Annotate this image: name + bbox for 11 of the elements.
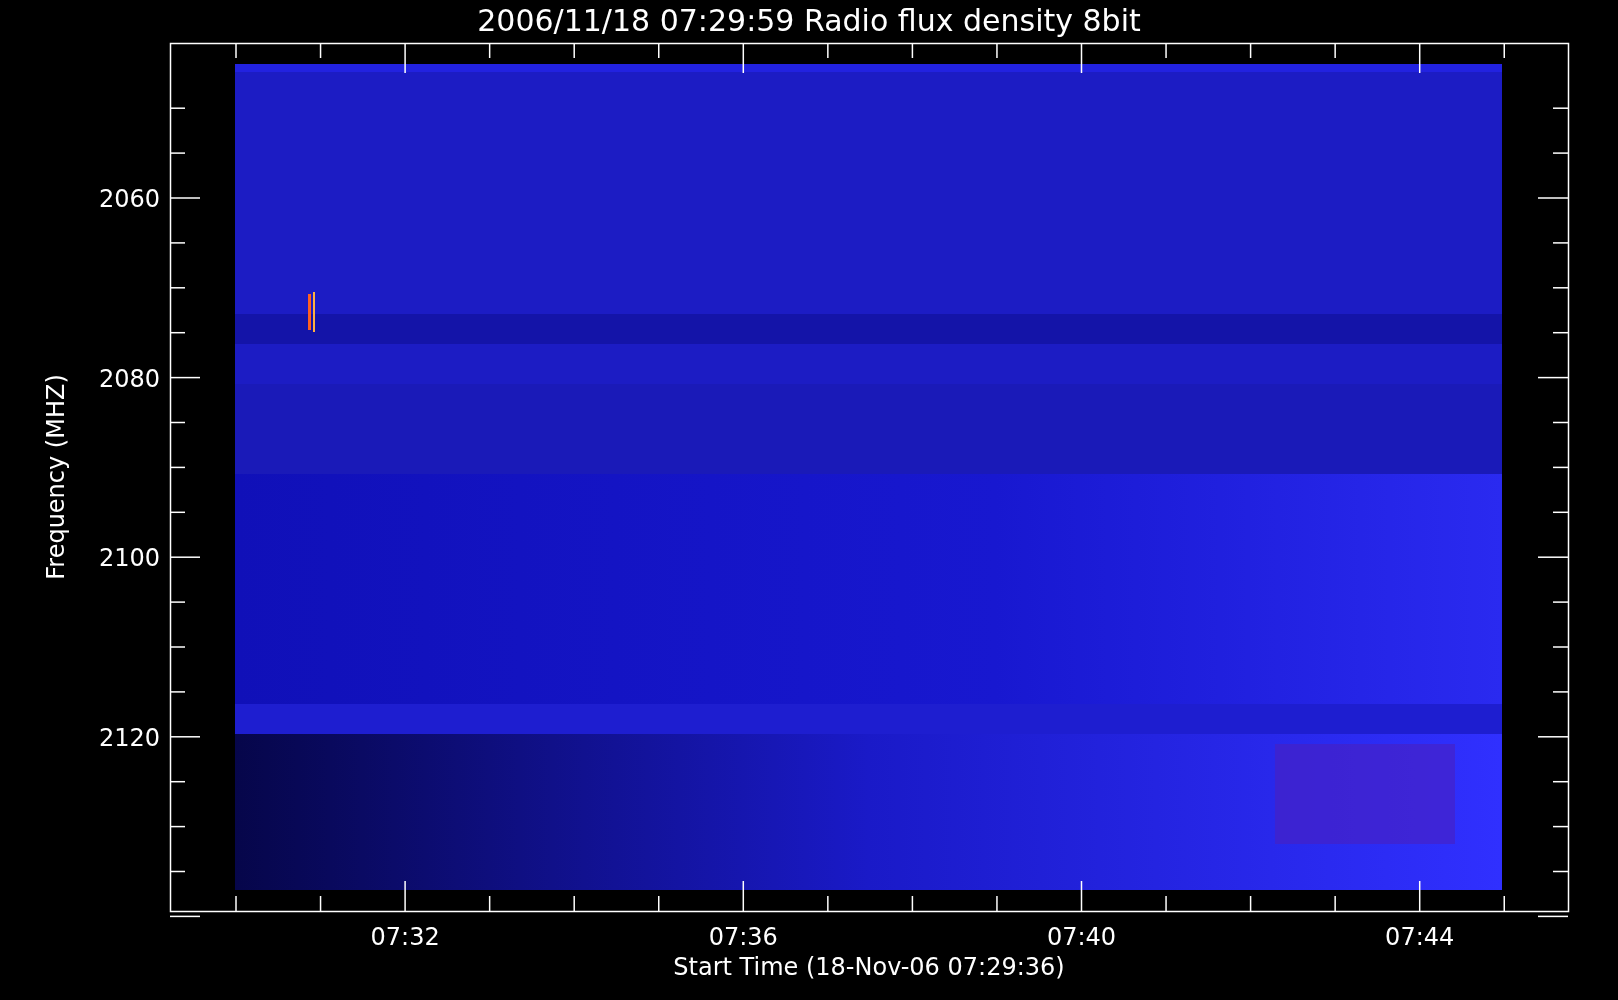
x-tick-label: 07:44 (1385, 923, 1455, 951)
y-tick-label: 2060 (98, 185, 160, 213)
x-tick-label: 07:40 (1046, 923, 1117, 951)
y-tick-label: 2100 (98, 544, 160, 573)
x-tick-label: 07:32 (370, 923, 440, 951)
x-axis-label: Start Time (18-Nov-06 07:29:36) (673, 953, 1065, 981)
y-tick-label: 2120 (98, 723, 160, 752)
y-tick-label: 2080 (98, 364, 160, 393)
plot-title: 2006/11/18 07:29:59 Radio flux density 8bit (477, 3, 1141, 38)
x-tick-label: 07:36 (708, 923, 778, 951)
y-axis-label: Frequency (MHZ) (42, 374, 70, 580)
